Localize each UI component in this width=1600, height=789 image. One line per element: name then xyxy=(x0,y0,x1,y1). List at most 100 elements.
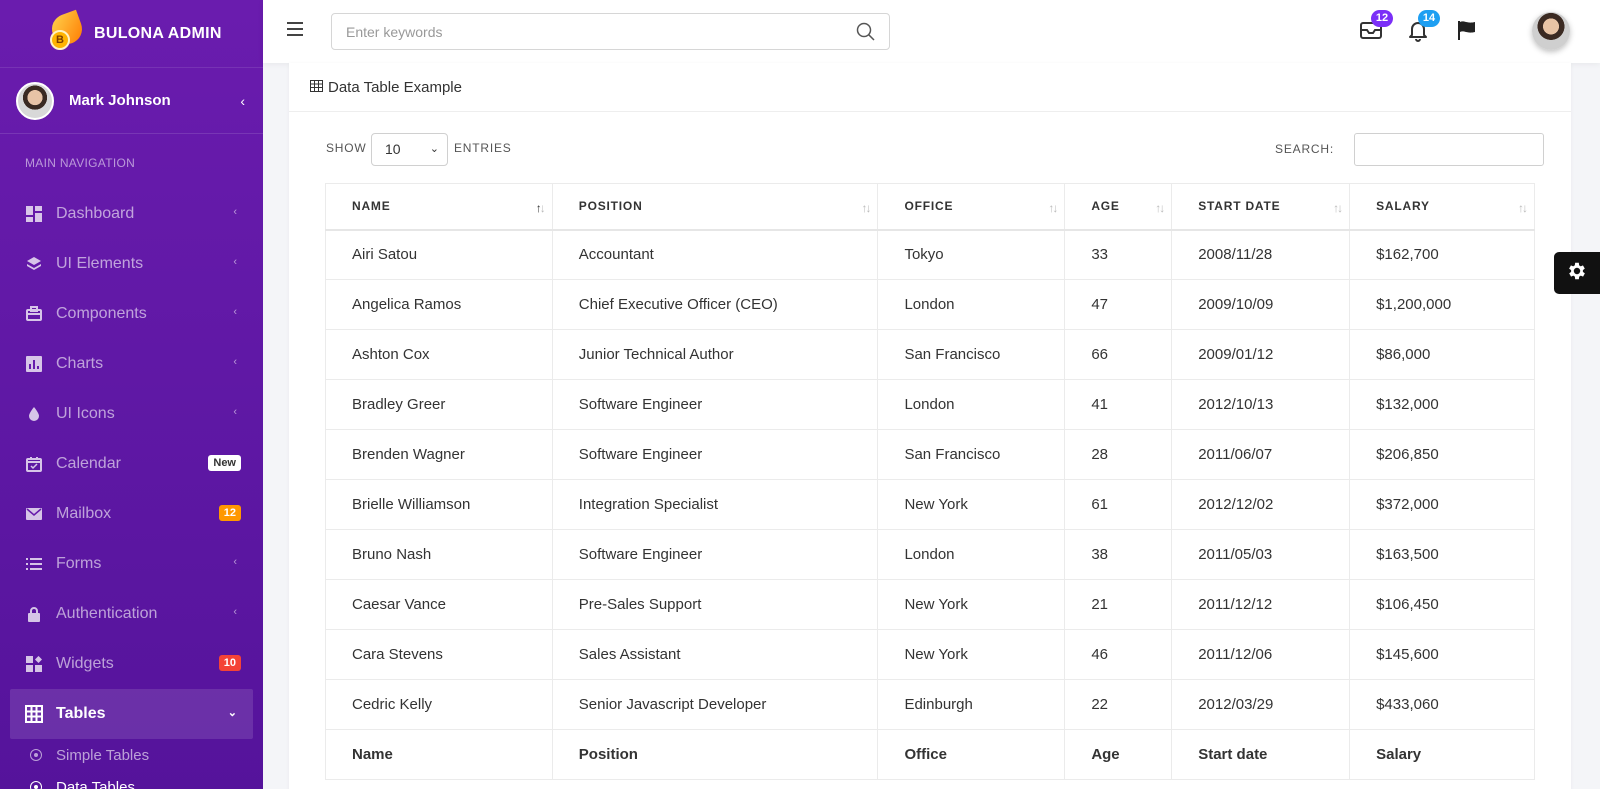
brand-logo: B xyxy=(46,9,87,54)
cell-name: Brenden Wagner xyxy=(325,429,553,480)
cell-salary: $145,600 xyxy=(1349,629,1535,680)
cell-office: San Francisco xyxy=(877,429,1066,480)
search-input[interactable] xyxy=(332,14,832,49)
chevron-left-icon: ‹ xyxy=(233,406,237,418)
column-header-start-date[interactable]: START DATE ↑↓ xyxy=(1171,183,1351,231)
chevron-left-icon: ‹ xyxy=(233,306,237,318)
new-badge: New xyxy=(208,455,241,471)
profile-avatar[interactable] xyxy=(1532,12,1570,50)
topbar: 12 14 xyxy=(263,0,1600,63)
cell-position: Software Engineer xyxy=(551,429,879,480)
entries-length-select[interactable]: 10 ⌄ xyxy=(371,133,448,166)
sidebar-item-ui-elements[interactable]: UI Elements ‹ xyxy=(0,239,263,289)
cell-salary: $163,500 xyxy=(1349,529,1535,580)
sidebar-subitem-label: Simple Tables xyxy=(56,746,150,764)
sort-icon: ↑↓ xyxy=(1048,201,1058,215)
chevron-down-icon: ⌄ xyxy=(429,143,439,155)
footer-start-date: Start date xyxy=(1171,729,1351,780)
cell-office: New York xyxy=(877,579,1066,630)
column-header-name[interactable]: NAME ↑↓ xyxy=(325,183,553,231)
search-icon[interactable] xyxy=(856,22,875,46)
sidebar-item-label: UI Elements xyxy=(56,255,144,272)
cell-position: Sales Assistant xyxy=(551,629,879,680)
card-title: Data Table Example xyxy=(328,78,462,96)
footer-age: Age xyxy=(1064,729,1173,780)
footer-position: Position xyxy=(551,729,879,780)
cell-position: Software Engineer xyxy=(551,379,879,430)
cell-position: Software Engineer xyxy=(551,529,879,580)
cell-age: 66 xyxy=(1064,329,1173,380)
messages-button[interactable]: 12 xyxy=(1359,10,1393,44)
cell-position: Junior Technical Author xyxy=(551,329,879,380)
chevron-down-icon: ⌄ xyxy=(227,707,237,719)
user-name[interactable]: Mark Johnson xyxy=(69,92,171,109)
cell-age: 21 xyxy=(1064,579,1173,630)
card-header: Data Table Example xyxy=(289,63,1571,112)
column-header-office[interactable]: OFFICE ↑↓ xyxy=(877,183,1066,231)
table-search-input[interactable] xyxy=(1354,133,1544,166)
cell-name: Caesar Vance xyxy=(325,579,553,630)
cell-start-date: 2011/12/12 xyxy=(1171,579,1351,630)
widgets-count-badge: 10 xyxy=(218,655,241,671)
settings-toggle[interactable] xyxy=(1554,252,1600,294)
sidebar-subitem-simple-tables[interactable]: Simple Tables xyxy=(0,739,263,771)
sidebar-item-forms[interactable]: Forms ‹ xyxy=(0,539,263,589)
table-icon xyxy=(25,705,43,723)
cell-age: 46 xyxy=(1064,629,1173,680)
table-header-row: NAME ↑↓ POSITION ↑↓ OFFICE ↑↓ AGE ↑↓ START D… xyxy=(325,183,1535,231)
cell-name: Brielle Williamson xyxy=(325,479,553,530)
sidebar-item-calendar[interactable]: Calendar New xyxy=(0,439,263,489)
table-row: Bradley Greer Software Engineer London 41 20… xyxy=(325,379,1535,430)
entries-label: ENTRIES xyxy=(454,141,512,155)
table-row: Angelica Ramos Chief Executive Officer (C… xyxy=(325,279,1535,330)
table-icon xyxy=(310,79,323,96)
sidebar-item-label: Calendar xyxy=(56,455,121,472)
cell-start-date: 2011/06/07 xyxy=(1171,429,1351,480)
cell-salary: $86,000 xyxy=(1349,329,1535,380)
brand[interactable]: B BULONA ADMIN xyxy=(0,0,263,68)
chevron-left-icon[interactable]: ‹ xyxy=(240,93,245,109)
notifications-count-badge: 14 xyxy=(1418,10,1440,27)
sidebar-item-label: Mailbox xyxy=(56,505,112,522)
sidebar-item-charts[interactable]: Charts ‹ xyxy=(0,339,263,389)
sort-icon: ↑↓ xyxy=(1518,201,1528,215)
sidebar-item-authentication[interactable]: Authentication ‹ xyxy=(0,589,263,639)
table-footer-row: Name Position Office Age Start date Sala… xyxy=(325,729,1535,780)
cell-salary: $162,700 xyxy=(1349,229,1535,280)
table-row: Cedric Kelly Senior Javascript Developer E… xyxy=(325,679,1535,730)
notifications-button[interactable]: 14 xyxy=(1406,10,1440,44)
column-header-salary[interactable]: SALARY ↑↓ xyxy=(1349,183,1535,231)
cell-name: Bradley Greer xyxy=(325,379,553,430)
table-row: Cara Stevens Sales Assistant New York 46 201… xyxy=(325,629,1535,680)
cell-age: 38 xyxy=(1064,529,1173,580)
cell-name: Angelica Ramos xyxy=(325,279,553,330)
cell-office: Edinburgh xyxy=(877,679,1066,730)
user-avatar[interactable] xyxy=(16,81,54,120)
circle-dot-icon xyxy=(30,749,42,761)
sidebar-item-dashboard[interactable]: Dashboard ‹ xyxy=(0,189,263,239)
sidebar-item-widgets[interactable]: Widgets 10 xyxy=(0,639,263,689)
chevron-left-icon: ‹ xyxy=(233,606,237,618)
menu-toggle-icon[interactable] xyxy=(287,22,303,40)
language-button[interactable] xyxy=(1455,18,1481,44)
sidebar-item-ui-icons[interactable]: UI Icons ‹ xyxy=(0,389,263,439)
bar-chart-icon xyxy=(25,355,43,373)
sidebar-subitem-data-tables[interactable]: Data Tables xyxy=(0,771,263,789)
sidebar-item-label: Dashboard xyxy=(56,205,135,222)
sidebar-item-mailbox[interactable]: Mailbox 12 xyxy=(0,489,263,539)
column-header-position[interactable]: POSITION ↑↓ xyxy=(551,183,879,231)
cell-start-date: 2011/12/06 xyxy=(1171,629,1351,680)
table-search-label: SEARCH: xyxy=(1275,142,1334,156)
cell-age: 61 xyxy=(1064,479,1173,530)
table-row: Brenden Wagner Software Engineer San Franc… xyxy=(325,429,1535,480)
cell-name: Cara Stevens xyxy=(325,629,553,680)
lock-icon xyxy=(25,605,43,623)
mailbox-count-badge: 12 xyxy=(218,505,241,521)
cell-position: Senior Javascript Developer xyxy=(551,679,879,730)
footer-salary: Salary xyxy=(1349,729,1535,780)
flag-icon xyxy=(1455,21,1479,46)
cell-position: Accountant xyxy=(551,229,879,280)
sidebar-item-tables[interactable]: Tables ⌄ xyxy=(10,689,253,739)
column-header-age[interactable]: AGE ↑↓ xyxy=(1064,183,1173,231)
sidebar-item-components[interactable]: Components ‹ xyxy=(0,289,263,339)
